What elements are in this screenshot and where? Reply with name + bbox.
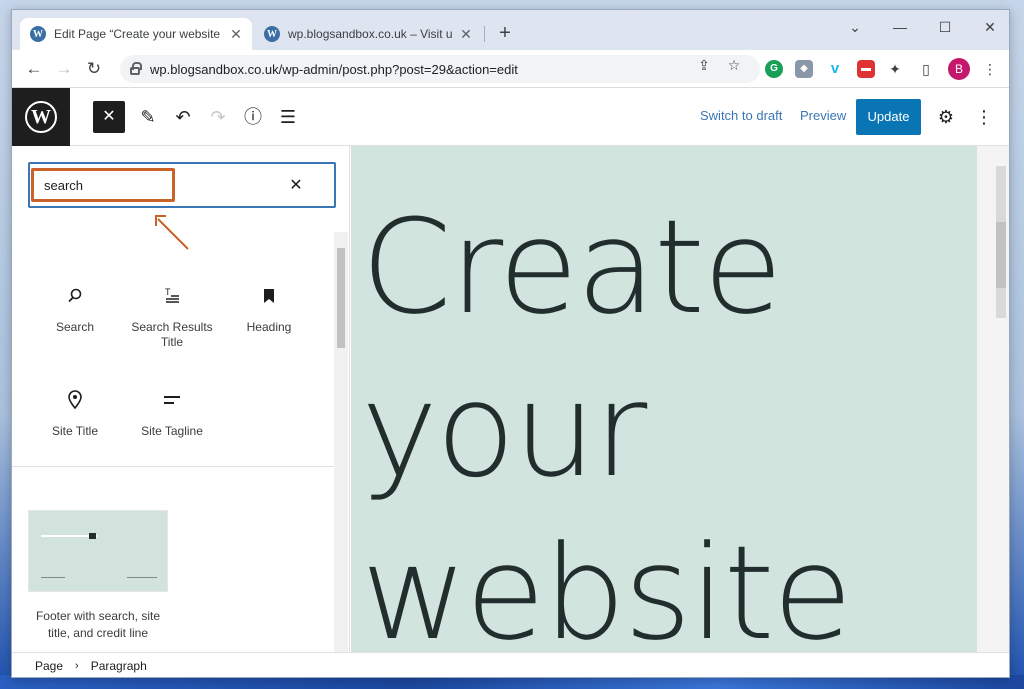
vimeo-extension-icon[interactable]: v — [826, 60, 844, 78]
side-panel-icon[interactable]: ▯ — [918, 61, 934, 77]
wordpress-favicon-icon: W — [30, 26, 46, 42]
scrollbar-thumb[interactable] — [996, 222, 1006, 288]
bookmark-star-icon[interactable]: ☆ — [726, 57, 742, 73]
block-label: Heading — [246, 320, 292, 334]
block-breadcrumb: Page › Paragraph — [12, 652, 1009, 677]
clear-search-icon[interactable]: ✕ — [286, 175, 306, 195]
editor-header: W ✕ ✎ ↶ ↷ ⓘ ☰ Switch to draft Preview Up… — [12, 88, 1009, 146]
heading-line: Create — [361, 191, 783, 343]
red-extension-icon[interactable]: ▬ — [857, 60, 875, 78]
svg-text:T: T — [165, 287, 171, 297]
search-results-title-icon: T — [124, 284, 220, 308]
block-label: Site Title — [51, 424, 99, 438]
inserter-scrollbar[interactable] — [334, 232, 348, 652]
maximize-button[interactable]: ☐ — [925, 16, 965, 40]
tagline-icon — [124, 388, 220, 412]
close-inserter-button[interactable]: ✕ — [93, 101, 125, 133]
editor-canvas[interactable]: Create your website — [351, 146, 977, 652]
wordpress-logo[interactable]: W — [12, 88, 70, 146]
lock-icon — [130, 62, 142, 75]
section-divider — [12, 466, 334, 467]
heading-line: website — [361, 517, 853, 652]
address-bar[interactable]: wp.blogsandbox.co.uk/wp-admin/post.php?p… — [120, 55, 760, 83]
block-search-results-title[interactable]: T Search Results Title — [124, 284, 220, 350]
extensions-puzzle-icon[interactable]: ✦ — [887, 61, 903, 77]
block-inserter-panel: ✕ Search T Search Results Title Heading — [12, 146, 350, 652]
close-window-button[interactable]: ✕ — [970, 16, 1009, 40]
grammarly-extension-icon[interactable]: G — [765, 60, 783, 78]
block-label: Search Results Title — [131, 320, 213, 349]
pattern-label: Footer with search, site title, and cred… — [35, 609, 161, 640]
reload-icon[interactable]: ↻ — [84, 59, 104, 79]
tab-title: Edit Page “Create your website w — [54, 27, 222, 41]
tab-divider — [484, 26, 485, 42]
details-info-icon[interactable]: ⓘ — [241, 105, 265, 129]
shield-extension-icon[interactable]: ◆ — [795, 60, 813, 78]
tab-bar: W Edit Page “Create your website w ✕ W w… — [12, 10, 1009, 50]
switch-to-draft-button[interactable]: Switch to draft — [700, 108, 782, 123]
block-search[interactable]: Search — [27, 284, 123, 335]
list-view-icon[interactable]: ☰ — [276, 105, 300, 129]
minimize-button[interactable]: — — [880, 16, 920, 40]
update-button[interactable]: Update — [856, 99, 921, 135]
tab-title: wp.blogsandbox.co.uk – Visit us — [288, 27, 452, 41]
block-label: Site Tagline — [141, 424, 203, 438]
profile-avatar[interactable]: B — [948, 58, 970, 80]
breadcrumb-separator: › — [75, 660, 79, 672]
close-tab-icon[interactable]: ✕ — [458, 26, 474, 43]
preview-button[interactable]: Preview — [800, 108, 846, 123]
scrollbar-thumb[interactable] — [337, 248, 345, 348]
back-arrow-icon[interactable]: ← — [24, 59, 44, 79]
share-icon[interactable]: ⇪ — [696, 57, 712, 73]
block-site-tagline[interactable]: Site Tagline — [124, 388, 220, 439]
canvas-scrollbar[interactable] — [977, 146, 1009, 652]
breadcrumb-paragraph[interactable]: Paragraph — [91, 659, 147, 673]
page-heading-block[interactable]: Create your website — [361, 186, 961, 652]
heading-line: your — [361, 354, 647, 506]
annotation-arrow-icon — [155, 215, 189, 250]
bookmark-icon — [221, 284, 317, 308]
close-tab-icon[interactable]: ✕ — [228, 26, 244, 43]
edit-pencil-icon[interactable]: ✎ — [136, 105, 160, 129]
tab-search-chevron-icon[interactable]: ⌄ — [835, 16, 875, 40]
new-tab-button[interactable]: + — [493, 22, 517, 46]
forward-arrow-icon[interactable]: → — [54, 59, 74, 79]
options-menu-icon[interactable]: ⋮ — [972, 105, 996, 129]
block-site-title[interactable]: Site Title — [27, 388, 123, 439]
browser-menu-icon[interactable]: ⋮ — [982, 61, 998, 77]
breadcrumb-page[interactable]: Page — [35, 659, 63, 673]
tab-visit-site[interactable]: W wp.blogsandbox.co.uk – Visit us ✕ — [254, 18, 482, 50]
pattern-preview-footer[interactable] — [28, 510, 168, 592]
browser-toolbar: ← → ↻ wp.blogsandbox.co.uk/wp-admin/post… — [12, 50, 1009, 88]
map-pin-icon — [27, 388, 123, 412]
wordpress-favicon-icon: W — [264, 26, 280, 42]
wordpress-logo-icon: W — [25, 101, 57, 133]
block-heading[interactable]: Heading — [221, 284, 317, 335]
browser-window: W Edit Page “Create your website w ✕ W w… — [11, 9, 1010, 678]
url-text: wp.blogsandbox.co.uk/wp-admin/post.php?p… — [150, 61, 518, 77]
inserter-search[interactable]: ✕ — [28, 162, 336, 208]
undo-icon[interactable]: ↶ — [171, 105, 195, 129]
search-input[interactable] — [44, 174, 274, 196]
search-icon — [27, 284, 123, 308]
tab-edit-page[interactable]: W Edit Page “Create your website w ✕ — [20, 18, 252, 50]
settings-gear-icon[interactable]: ⚙ — [934, 105, 958, 129]
block-label: Search — [55, 320, 95, 334]
redo-icon[interactable]: ↷ — [206, 105, 230, 129]
